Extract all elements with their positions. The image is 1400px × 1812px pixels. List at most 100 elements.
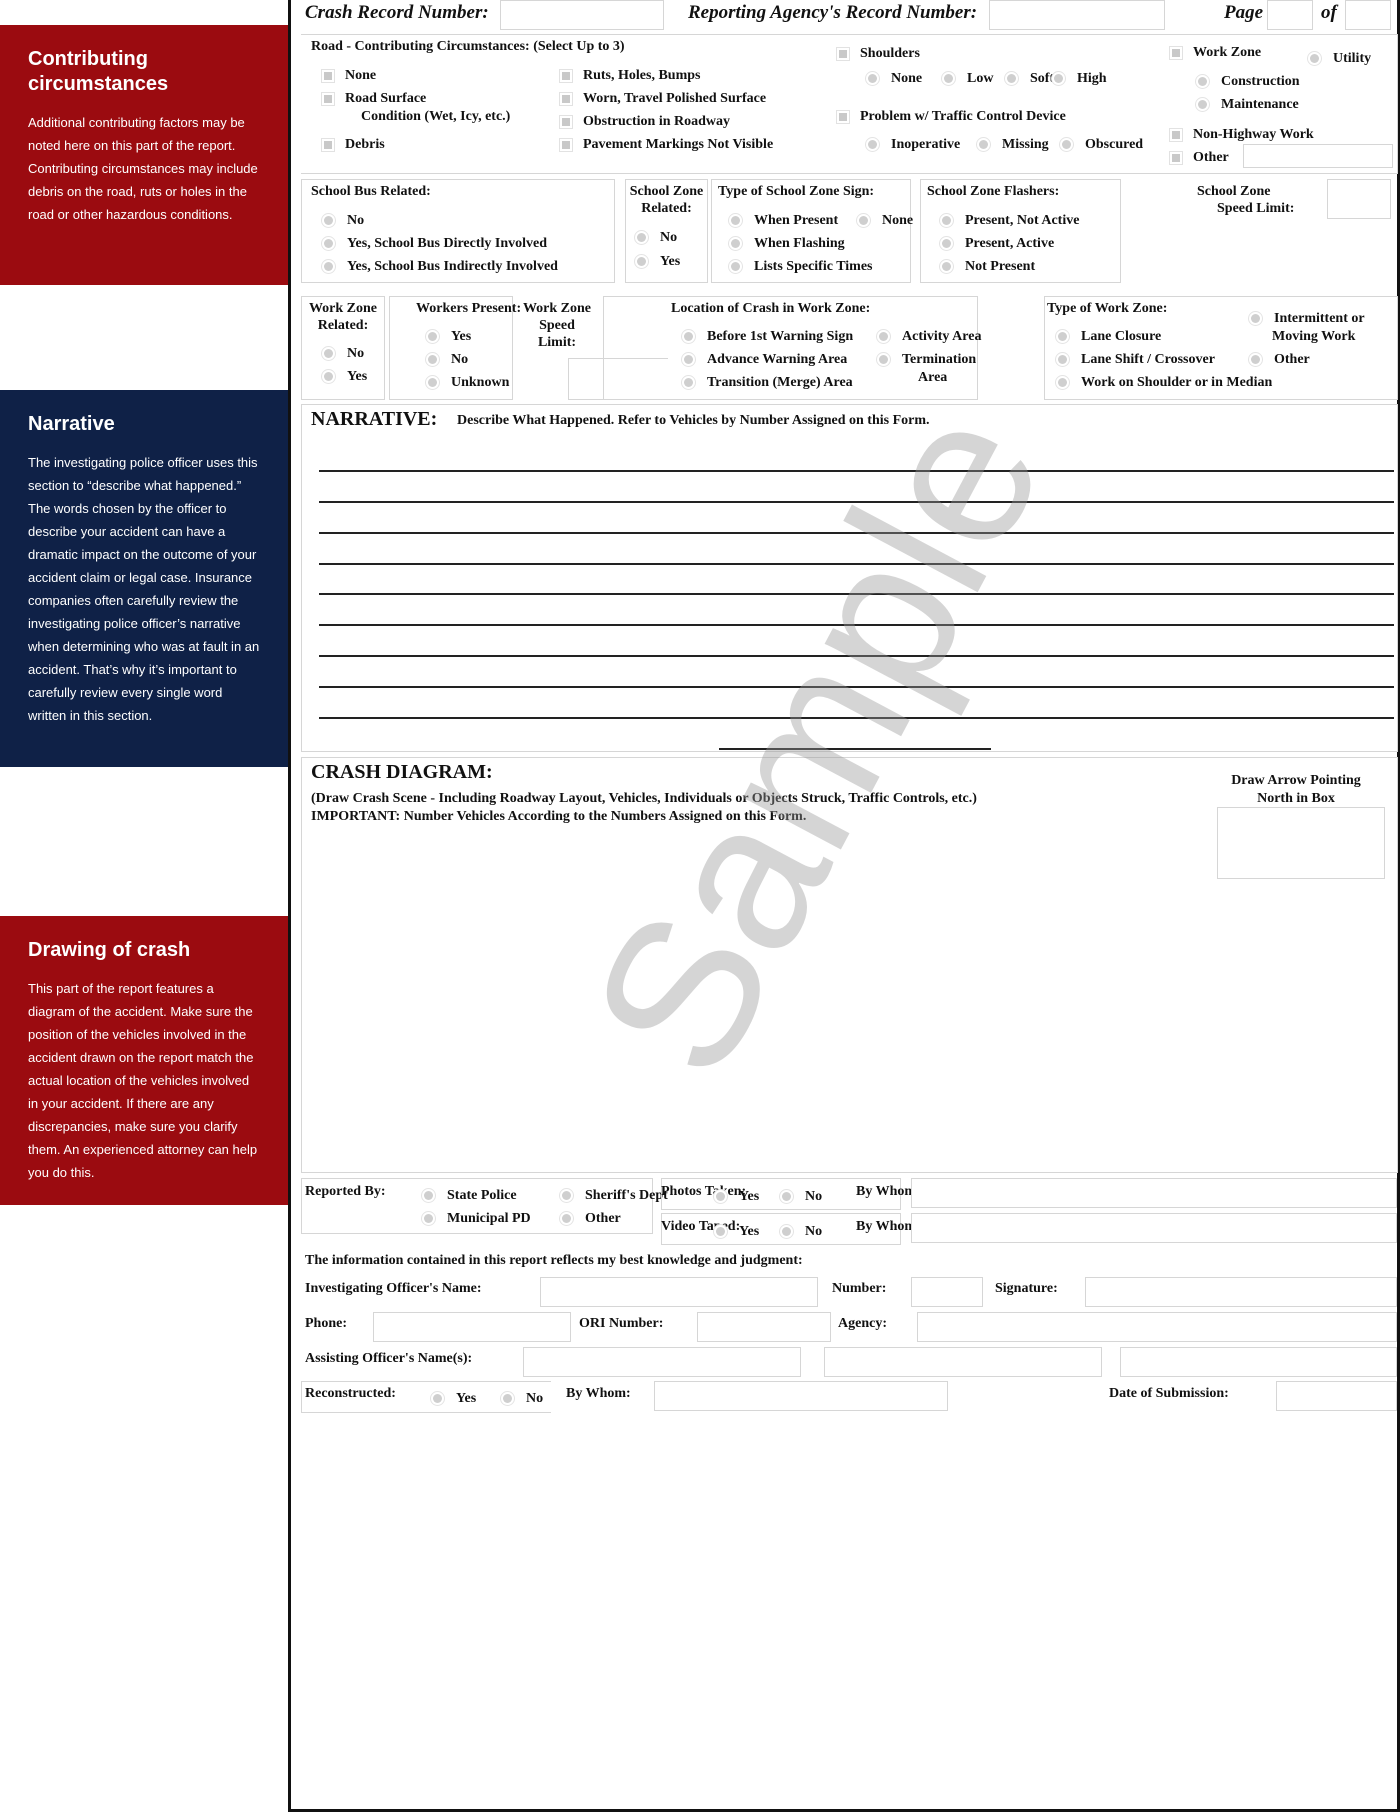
checkbox-road-surface[interactable]: Road Surface [321,90,426,107]
radio-type-other[interactable]: Other [1248,351,1310,368]
checkbox-traffic-control-device[interactable]: Problem w/ Traffic Control Device [836,108,1066,125]
radio-icon[interactable] [321,346,336,361]
photos-by-whom-field[interactable] [911,1178,1397,1208]
radio-icon[interactable] [425,352,440,367]
radio-flashers-active[interactable]: Present, Active [939,235,1054,252]
video-by-whom-field[interactable] [911,1213,1397,1243]
radio-icon[interactable] [941,71,956,86]
radio-municipal-pd[interactable]: Municipal PD [421,1210,531,1227]
checkbox-other[interactable]: Other [1169,149,1229,166]
school-zone-speed-field[interactable] [1327,179,1391,219]
radio-work-zone-related-no[interactable]: No [321,345,364,362]
radio-workers-unknown[interactable]: Unknown [425,374,509,391]
checkbox-icon[interactable] [836,46,850,61]
radio-video-no[interactable]: No [779,1223,822,1240]
radio-icon[interactable] [430,1391,445,1406]
radio-shoulders-soft[interactable]: Soft [1004,70,1054,87]
other-circumstance-field[interactable] [1243,144,1393,168]
radio-icon[interactable] [425,375,440,390]
checkbox-icon[interactable] [321,68,335,83]
radio-icon[interactable] [321,369,336,384]
officer-name-field[interactable] [540,1277,818,1307]
radio-icon[interactable] [321,236,336,251]
radio-icon[interactable] [634,230,649,245]
checkbox-debris[interactable]: Debris [321,136,385,153]
radio-icon[interactable] [856,213,871,228]
radio-work-zone-construction[interactable]: Construction [1195,73,1300,90]
radio-shoulders-none[interactable]: None [865,70,922,87]
page-number-field[interactable] [1267,0,1313,30]
radio-icon[interactable] [865,137,880,152]
radio-school-zone-no[interactable]: No [634,229,677,246]
page-total-field[interactable] [1345,0,1391,30]
radio-location-transition[interactable]: Transition (Merge) Area [681,374,853,391]
radio-sign-none[interactable]: None [856,212,913,229]
radio-icon[interactable] [1307,51,1322,66]
radio-reconstructed-no[interactable]: No [500,1390,543,1407]
radio-icon[interactable] [1055,375,1070,390]
checkbox-pavement-markings[interactable]: Pavement Markings Not Visible [559,136,773,153]
radio-sheriffs-dept[interactable]: Sheriff's Dept [559,1187,668,1204]
radio-location-activity[interactable]: Activity Area [876,328,981,345]
radio-icon[interactable] [559,1211,574,1226]
checkbox-icon[interactable] [1169,127,1183,142]
checkbox-icon[interactable] [559,91,573,106]
radio-device-inoperative[interactable]: Inoperative [865,136,960,153]
radio-sign-specific-times[interactable]: Lists Specific Times [728,258,873,275]
radio-shoulders-low[interactable]: Low [941,70,993,87]
radio-sign-when-flashing[interactable]: When Flashing [728,235,845,252]
radio-location-advance-warning[interactable]: Advance Warning Area [681,351,847,368]
radio-icon[interactable] [681,329,696,344]
checkbox-non-highway-work[interactable]: Non-Highway Work [1169,126,1314,143]
radio-icon[interactable] [1055,329,1070,344]
agency-field[interactable] [917,1312,1397,1342]
radio-type-lane-closure[interactable]: Lane Closure [1055,328,1161,345]
radio-icon[interactable] [681,375,696,390]
radio-icon[interactable] [1248,352,1263,367]
checkbox-icon[interactable] [836,109,850,124]
checkbox-icon[interactable] [1169,150,1183,165]
assisting-officer-field-1[interactable] [523,1347,801,1377]
assisting-officer-field-3[interactable] [1120,1347,1397,1377]
radio-reported-other[interactable]: Other [559,1210,621,1227]
assisting-officer-field-2[interactable] [824,1347,1102,1377]
radio-icon[interactable] [321,213,336,228]
radio-sign-when-present[interactable]: When Present [728,212,838,229]
radio-icon[interactable] [681,352,696,367]
radio-photos-no[interactable]: No [779,1188,822,1205]
radio-icon[interactable] [421,1211,436,1226]
radio-location-termination[interactable]: Termination [876,351,976,368]
radio-icon[interactable] [1055,352,1070,367]
agency-record-field[interactable] [989,0,1165,30]
radio-type-intermittent[interactable]: Intermittent or [1248,310,1365,327]
crash-record-field[interactable] [500,0,664,30]
radio-icon[interactable] [559,1188,574,1203]
radio-icon[interactable] [865,71,880,86]
radio-icon[interactable] [421,1188,436,1203]
radio-icon[interactable] [1195,74,1210,89]
radio-icon[interactable] [779,1189,794,1204]
phone-field[interactable] [373,1312,571,1342]
checkbox-icon[interactable] [321,137,335,152]
checkbox-icon[interactable] [321,91,335,106]
checkbox-worn-surface[interactable]: Worn, Travel Polished Surface [559,90,766,107]
radio-workers-no[interactable]: No [425,351,468,368]
radio-device-missing[interactable]: Missing [976,136,1049,153]
radio-icon[interactable] [728,259,743,274]
radio-icon[interactable] [779,1224,794,1239]
narrative-lines[interactable] [301,404,1398,752]
radio-icon[interactable] [713,1224,728,1239]
ori-number-field[interactable] [697,1312,831,1342]
checkbox-none[interactable]: None [321,67,376,84]
radio-type-lane-shift[interactable]: Lane Shift / Crossover [1055,351,1215,368]
radio-school-zone-yes[interactable]: Yes [634,253,680,270]
checkbox-shoulders[interactable]: Shoulders [836,45,920,62]
checkbox-icon[interactable] [559,68,573,83]
radio-reconstructed-yes[interactable]: Yes [430,1390,476,1407]
checkbox-icon[interactable] [559,137,573,152]
radio-icon[interactable] [1051,71,1066,86]
radio-state-police[interactable]: State Police [421,1187,517,1204]
radio-school-bus-no[interactable]: No [321,212,364,229]
radio-school-bus-direct[interactable]: Yes, School Bus Directly Involved [321,235,547,252]
radio-icon[interactable] [939,213,954,228]
